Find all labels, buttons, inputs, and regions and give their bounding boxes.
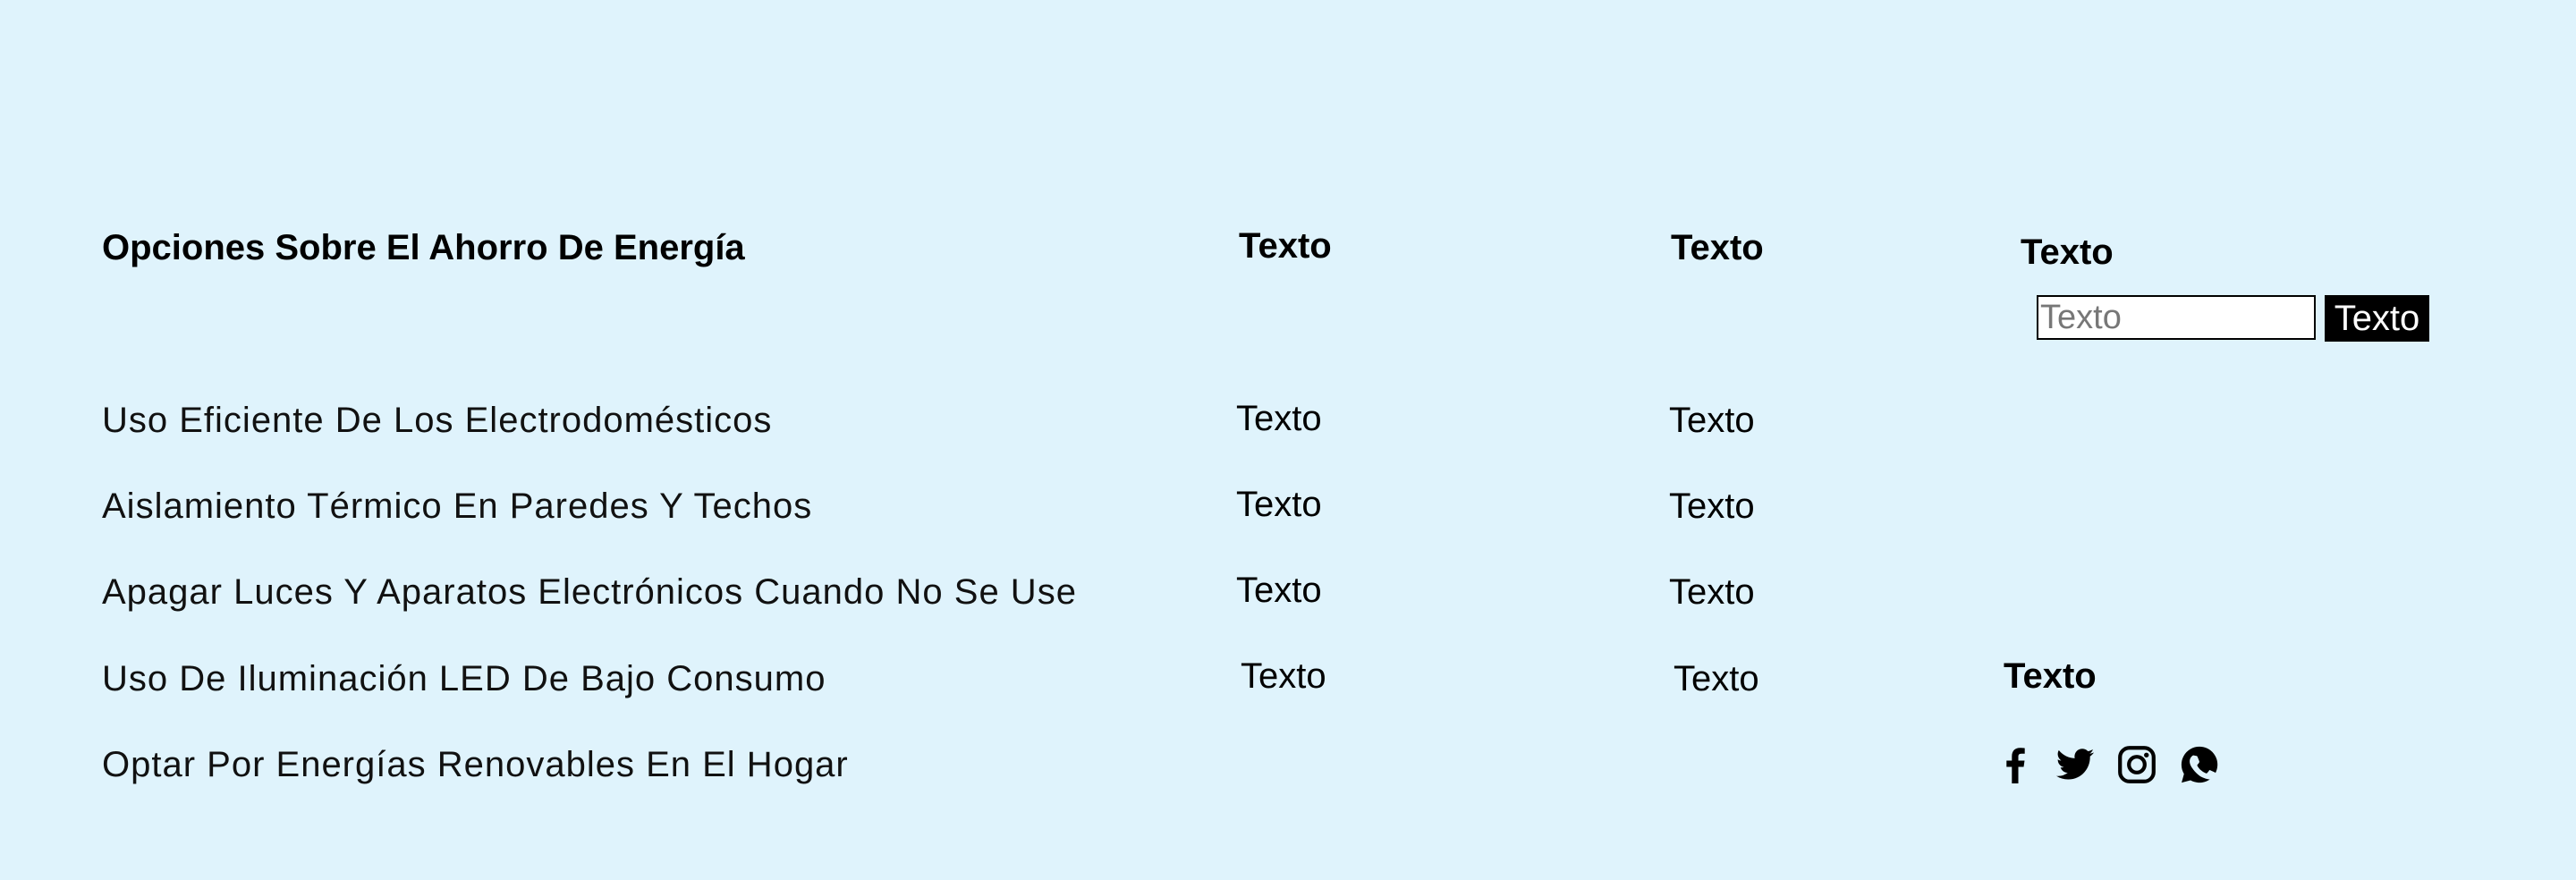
column3-link[interactable]: Texto: [1669, 402, 1755, 438]
facebook-icon[interactable]: [1995, 744, 2036, 785]
instagram-icon[interactable]: [2116, 744, 2157, 785]
column2-link[interactable]: Texto: [1241, 658, 1326, 694]
footer-heading: Opciones Sobre El Ahorro De Energía: [102, 228, 745, 267]
whatsapp-icon[interactable]: [2179, 744, 2220, 785]
footer-item-electrodomesticos[interactable]: Uso Eficiente De Los Electrodomésticos: [102, 402, 772, 438]
footer-item-led[interactable]: Uso De Iluminación LED De Bajo Consumo: [102, 661, 826, 697]
twitter-icon[interactable]: [2055, 744, 2096, 785]
column3-link[interactable]: Texto: [1674, 661, 1759, 697]
newsletter-email-input[interactable]: [2037, 295, 2316, 340]
footer-item-renovables[interactable]: Optar Por Energías Renovables En El Hoga…: [102, 747, 849, 783]
column3-link[interactable]: Texto: [1669, 488, 1755, 524]
column2-link[interactable]: Texto: [1236, 487, 1322, 522]
footer-item-apagar-luces[interactable]: Apagar Luces Y Aparatos Electrónicos Cua…: [102, 574, 1077, 610]
newsletter-submit-button[interactable]: Texto: [2325, 295, 2429, 342]
column3-title: Texto: [1671, 228, 1764, 267]
social-title: Texto: [2004, 656, 2097, 696]
column2-link[interactable]: Texto: [1236, 401, 1322, 436]
column2-link[interactable]: Texto: [1236, 572, 1322, 608]
column2-title: Texto: [1239, 226, 1332, 266]
footer-item-aislamiento[interactable]: Aislamiento Térmico En Paredes Y Techos: [102, 488, 812, 524]
column3-link[interactable]: Texto: [1669, 574, 1755, 610]
newsletter-title: Texto: [2021, 233, 2114, 272]
